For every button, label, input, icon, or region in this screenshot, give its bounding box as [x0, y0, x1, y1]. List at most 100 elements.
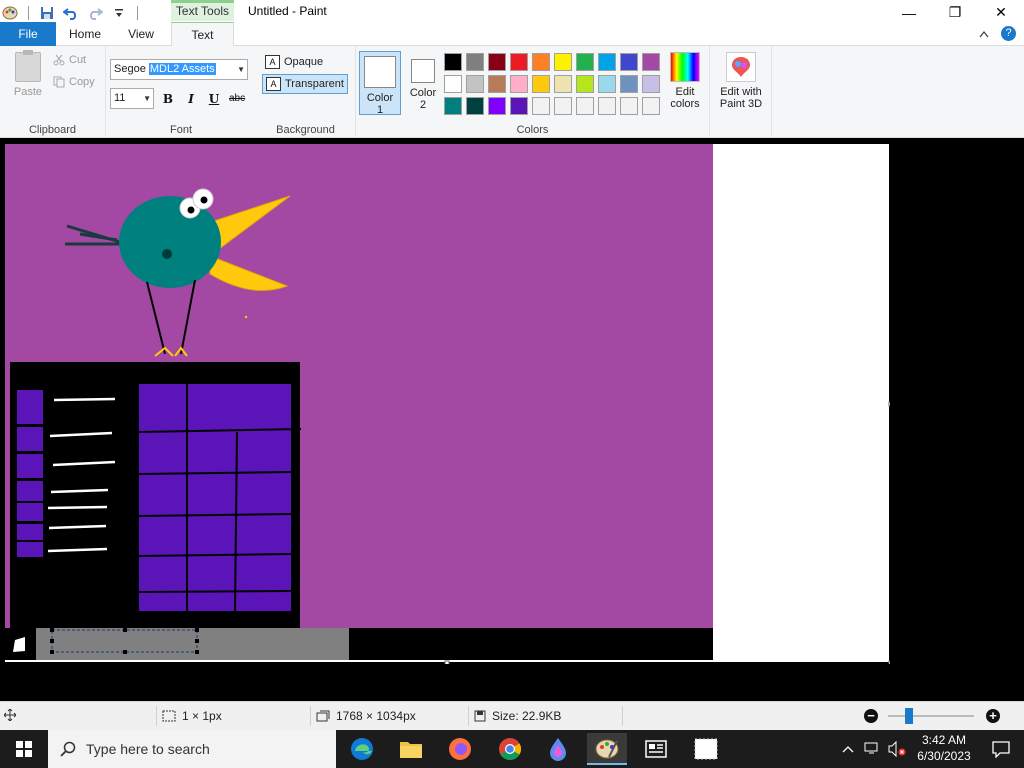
color1-button[interactable]: Color 1	[359, 51, 401, 116]
palette-color-swatch[interactable]	[444, 97, 462, 115]
font-size-select[interactable]: 11 ▼	[110, 88, 154, 109]
edit-colors-label-2: colors	[670, 98, 700, 110]
paint-taskbar-icon[interactable]	[587, 733, 627, 765]
selection-size-text: 1 × 1px	[182, 709, 222, 723]
tab-view[interactable]: View	[114, 22, 168, 46]
color1-label: Color	[366, 92, 394, 104]
copy-button[interactable]: Copy	[53, 76, 95, 88]
transparent-button[interactable]: A Transparent	[262, 74, 348, 94]
chevron-down-icon[interactable]: ▼	[143, 89, 151, 108]
ribbon: Paste Cut Copy Clipboard Font Segoe MDL2…	[0, 46, 1024, 138]
zoom-slider-thumb[interactable]	[905, 708, 913, 724]
underline-button[interactable]: U	[206, 90, 222, 108]
transparent-label: Transparent	[285, 78, 344, 90]
bold-button[interactable]: B	[160, 90, 176, 108]
chrome-icon[interactable]	[490, 733, 530, 765]
qat-separator	[28, 5, 29, 20]
help-icon[interactable]: ?	[1001, 26, 1016, 41]
tab-text[interactable]: Text	[171, 22, 234, 47]
palette-color-swatch[interactable]	[488, 75, 506, 93]
chevron-down-icon[interactable]: ▼	[237, 60, 245, 79]
palette-color-swatch[interactable]	[444, 75, 462, 93]
zoom-in-button[interactable]: +	[986, 709, 1000, 723]
save-icon[interactable]	[37, 3, 57, 23]
selection-icon	[162, 710, 176, 722]
palette-color-swatch[interactable]	[598, 97, 616, 115]
palette-color-swatch[interactable]	[576, 75, 594, 93]
undo-icon[interactable]	[61, 3, 81, 23]
color2-swatch	[411, 59, 435, 83]
redo-icon[interactable]	[85, 3, 105, 23]
edge-icon[interactable]	[342, 733, 382, 765]
tab-file[interactable]: File	[0, 22, 56, 46]
color2-button[interactable]: Color 2	[402, 51, 444, 115]
edit-with-paint3d-button[interactable]: Edit with Paint 3D	[714, 52, 768, 110]
palette-color-swatch[interactable]	[466, 97, 484, 115]
volume-muted-icon[interactable]	[888, 740, 906, 760]
minimize-ribbon-icon[interactable]	[979, 30, 989, 38]
palette-color-swatch[interactable]	[620, 75, 638, 93]
italic-button[interactable]: I	[183, 90, 199, 108]
palette-color-swatch[interactable]	[576, 53, 594, 71]
opaque-button[interactable]: A Opaque	[262, 52, 326, 72]
palette-color-swatch[interactable]	[466, 53, 484, 71]
palette-color-swatch[interactable]	[510, 53, 528, 71]
palette-color-swatch[interactable]	[620, 53, 638, 71]
palette-color-swatch[interactable]	[598, 75, 616, 93]
tab-home[interactable]: Home	[58, 22, 112, 46]
qat-separator-2	[137, 5, 138, 20]
customize-qat-icon[interactable]	[109, 3, 129, 23]
network-icon[interactable]	[864, 741, 880, 758]
drawing[interactable]	[5, 144, 890, 664]
cut-button[interactable]: Cut	[53, 54, 86, 66]
start-button[interactable]	[0, 730, 48, 768]
palette-color-swatch[interactable]	[466, 75, 484, 93]
palette-color-swatch[interactable]	[554, 97, 572, 115]
status-separator	[310, 706, 311, 726]
zoom-out-button[interactable]: −	[864, 709, 878, 723]
palette-color-swatch[interactable]	[554, 53, 572, 71]
paint3d-taskbar-icon[interactable]	[538, 733, 578, 765]
font-format-buttons: B I U abc	[160, 90, 245, 108]
palette-color-swatch[interactable]	[488, 53, 506, 71]
snipping-taskbar-icon[interactable]	[686, 733, 726, 765]
palette-color-swatch[interactable]	[620, 97, 638, 115]
palette-color-swatch[interactable]	[532, 53, 550, 71]
palette-color-swatch[interactable]	[532, 75, 550, 93]
paste-button[interactable]: Paste	[8, 50, 48, 108]
palette-color-swatch[interactable]	[488, 97, 506, 115]
cut-label: Cut	[69, 54, 87, 66]
palette-color-swatch[interactable]	[642, 97, 660, 115]
canvas-workspace[interactable]	[0, 139, 1024, 701]
copy-icon	[53, 76, 65, 88]
notifications-icon[interactable]	[992, 740, 1010, 761]
status-separator	[622, 706, 623, 726]
palette-color-swatch[interactable]	[510, 97, 528, 115]
font-family-selected-text: MDL2 Assets	[148, 63, 216, 75]
clock-time: 3:42 AM	[921, 733, 967, 747]
palette-color-swatch[interactable]	[598, 53, 616, 71]
taskbar: Type here to search 3:42 AM 6/30/2023	[0, 730, 1024, 768]
palette-color-swatch[interactable]	[510, 75, 528, 93]
image-size-text: 1768 × 1034px	[336, 709, 416, 723]
file-explorer-icon[interactable]	[391, 733, 431, 765]
zoom-slider[interactable]	[888, 715, 974, 717]
taskbar-search-box[interactable]: Type here to search	[48, 730, 336, 768]
chevron-up-icon[interactable]	[842, 742, 854, 756]
firefox-icon[interactable]	[440, 733, 480, 765]
clock[interactable]: 3:42 AM 6/30/2023	[914, 732, 974, 764]
palette-color-swatch[interactable]	[576, 97, 594, 115]
palette-color-swatch[interactable]	[444, 53, 462, 71]
paint-app-icon[interactable]	[0, 3, 20, 23]
news-taskbar-icon[interactable]	[636, 733, 676, 765]
palette-color-swatch[interactable]	[554, 75, 572, 93]
palette-color-swatch[interactable]	[642, 75, 660, 93]
font-family-select[interactable]: Segoe MDL2 Assets ▼	[110, 59, 248, 80]
strikethrough-button[interactable]: abc	[229, 90, 245, 108]
palette-color-swatch[interactable]	[532, 97, 550, 115]
ribbon-tabs: File Home View Text ?	[0, 22, 1024, 47]
image-size-icon	[316, 710, 330, 722]
file-size-text: Size: 22.9KB	[492, 709, 562, 723]
edit-colors-button[interactable]: Edit colors	[666, 52, 704, 110]
palette-color-swatch[interactable]	[642, 53, 660, 71]
